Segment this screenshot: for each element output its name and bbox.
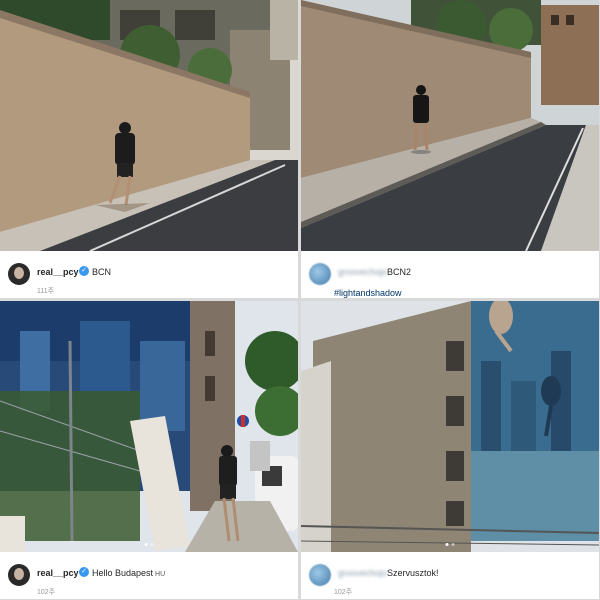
photo-mural-alley xyxy=(0,301,298,552)
carousel-indicator xyxy=(445,543,455,546)
post-caption: BCN2 xyxy=(387,267,412,277)
post-photo[interactable] xyxy=(0,0,298,251)
avatar[interactable] xyxy=(8,564,30,586)
post-bcn2[interactable]: groovechojo BCN2 #lightandshadow xyxy=(301,0,599,298)
hashtag-link[interactable]: #lightandshadow xyxy=(334,288,402,298)
photo-street-wall-long xyxy=(301,0,599,251)
username[interactable]: groovechojo xyxy=(338,267,387,277)
post-photo[interactable] xyxy=(301,301,599,552)
carousel-dot-active xyxy=(144,543,148,546)
post-bcn[interactable]: real__pcy ✓ BCN 111주 xyxy=(0,0,298,298)
post-time: 102주 xyxy=(334,589,353,596)
instagram-post-grid: real__pcy ✓ BCN 111주 groovechojo BCN2 #l… xyxy=(0,0,600,600)
photo-street-wall-shadow xyxy=(0,0,298,251)
avatar[interactable] xyxy=(309,263,331,285)
photo-underwater-mural-building xyxy=(301,301,599,552)
post-meta: groovechojo Szervusztok! 102주 xyxy=(301,552,599,599)
username[interactable]: groovechojo xyxy=(338,568,387,578)
post-szervusztok[interactable]: groovechojo Szervusztok! 102주 xyxy=(301,301,599,599)
post-time: 102주 xyxy=(37,589,56,596)
location-tag: HU xyxy=(155,571,166,578)
avatar[interactable] xyxy=(309,564,331,586)
username[interactable]: real__pcy xyxy=(37,568,79,578)
post-caption: Hello Budapest HU xyxy=(92,568,165,578)
verified-check-icon: ✓ xyxy=(79,567,89,577)
post-time: 111주 xyxy=(37,288,55,295)
post-photo[interactable] xyxy=(301,0,599,251)
username[interactable]: real__pcy xyxy=(37,267,79,277)
post-photo[interactable] xyxy=(0,301,298,552)
carousel-dot xyxy=(150,543,154,546)
verified-check-icon: ✓ xyxy=(79,266,89,276)
post-caption: Szervusztok! xyxy=(387,568,439,578)
post-meta: groovechojo BCN2 #lightandshadow xyxy=(301,251,599,298)
carousel-dot xyxy=(451,543,455,546)
carousel-indicator xyxy=(144,543,154,546)
post-hello-budapest[interactable]: real__pcy ✓ Hello Budapest HU 102주 xyxy=(0,301,298,599)
carousel-dot-active xyxy=(445,543,449,546)
post-caption: BCN xyxy=(92,267,112,277)
avatar[interactable] xyxy=(8,263,30,285)
post-meta: real__pcy ✓ Hello Budapest HU 102주 xyxy=(0,552,298,599)
post-meta: real__pcy ✓ BCN 111주 xyxy=(0,251,298,298)
caption-text: Hello Budapest xyxy=(92,568,154,578)
